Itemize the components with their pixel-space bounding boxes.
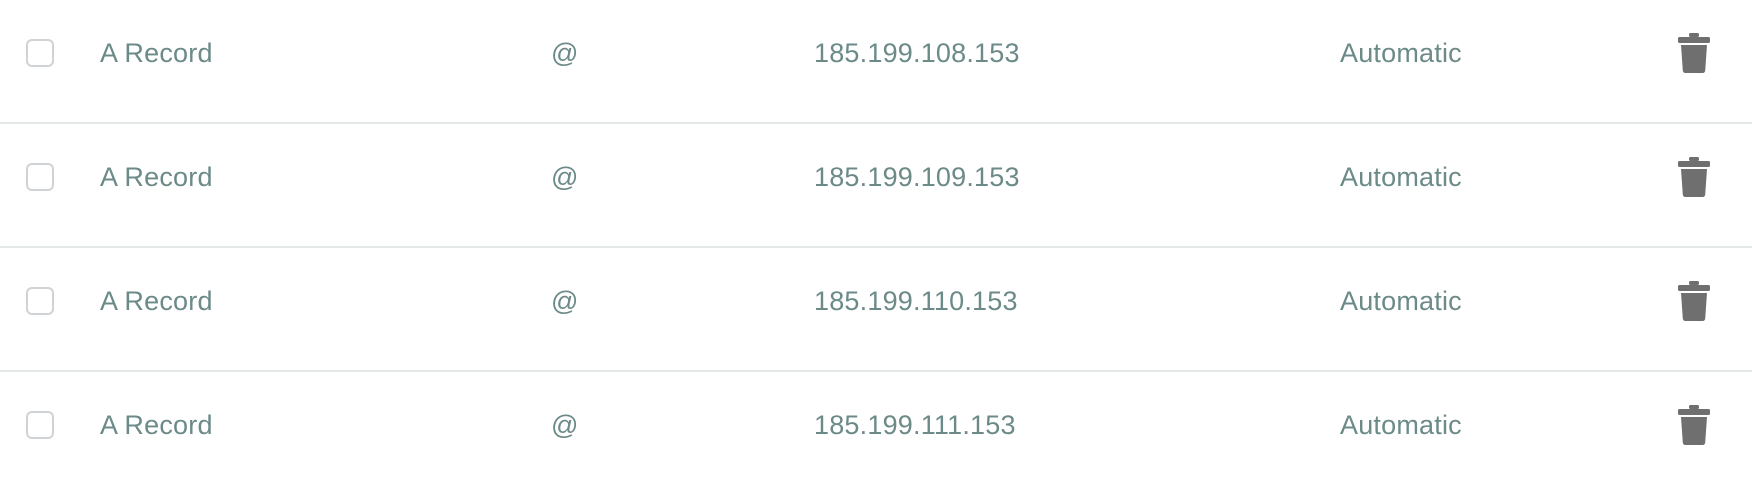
- delete-record-button[interactable]: [1676, 31, 1712, 75]
- record-host: @: [551, 37, 579, 68]
- record-type: A Record: [100, 409, 213, 440]
- record-host: @: [551, 161, 579, 192]
- trash-icon: [1678, 33, 1710, 73]
- record-ttl: Automatic: [1340, 37, 1462, 68]
- record-ttl: Automatic: [1340, 409, 1462, 440]
- trash-icon: [1678, 405, 1710, 445]
- record-type: A Record: [100, 37, 213, 68]
- delete-cell: [1676, 248, 1712, 354]
- delete-cell: [1676, 372, 1712, 478]
- record-value: 185.199.109.153: [814, 161, 1020, 192]
- row-checkbox[interactable]: [26, 411, 54, 439]
- record-value: 185.199.108.153: [814, 37, 1020, 68]
- delete-cell: [1676, 0, 1712, 106]
- table-row: A Record @ 185.199.110.153 Automatic: [0, 248, 1752, 372]
- record-type: A Record: [100, 161, 213, 192]
- record-type: A Record: [100, 285, 213, 316]
- delete-record-button[interactable]: [1676, 155, 1712, 199]
- row-select-cell: [26, 372, 54, 478]
- row-checkbox[interactable]: [26, 163, 54, 191]
- trash-icon: [1678, 157, 1710, 197]
- record-value: 185.199.110.153: [814, 285, 1018, 316]
- table-row: A Record @ 185.199.111.153 Automatic: [0, 372, 1752, 490]
- record-host: @: [551, 409, 579, 440]
- trash-icon: [1678, 281, 1710, 321]
- delete-record-button[interactable]: [1676, 279, 1712, 323]
- delete-cell: [1676, 124, 1712, 230]
- table-row: A Record @ 185.199.108.153 Automatic: [0, 0, 1752, 124]
- row-select-cell: [26, 248, 54, 354]
- row-select-cell: [26, 124, 54, 230]
- row-checkbox[interactable]: [26, 287, 54, 315]
- row-select-cell: [26, 0, 54, 106]
- record-host: @: [551, 285, 579, 316]
- record-ttl: Automatic: [1340, 161, 1462, 192]
- delete-record-button[interactable]: [1676, 403, 1712, 447]
- dns-records-table: A Record @ 185.199.108.153 Automatic A R…: [0, 0, 1752, 490]
- record-ttl: Automatic: [1340, 285, 1462, 316]
- record-value: 185.199.111.153: [814, 409, 1016, 440]
- row-checkbox[interactable]: [26, 39, 54, 67]
- table-row: A Record @ 185.199.109.153 Automatic: [0, 124, 1752, 248]
